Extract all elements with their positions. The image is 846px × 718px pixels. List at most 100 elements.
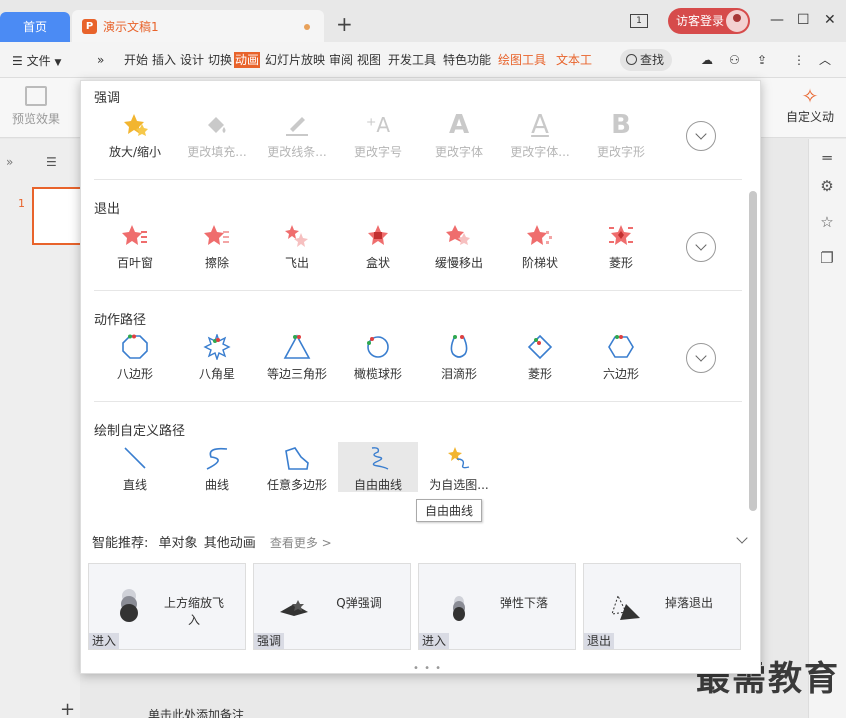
file-menu-label: 文件 (26, 54, 51, 68)
custom-path-polygon-label: 任意多边形 (266, 478, 327, 492)
custom-path-curve[interactable]: 曲线 (177, 444, 257, 493)
more-tabs-icon[interactable]: » (96, 52, 105, 68)
custom-path-scribble[interactable]: 自由曲线 (338, 442, 418, 492)
anim-stairs-label: 阶梯状 (521, 256, 558, 270)
export-icon[interactable]: ⇪ (756, 52, 768, 68)
drag-handle-icon[interactable]: ═ (817, 149, 837, 167)
slide-switch-icon[interactable]: ❐ (817, 249, 837, 267)
recommend-card[interactable]: 掉落退出 退出 (583, 563, 741, 650)
tab-insert[interactable]: 插入 (151, 52, 177, 68)
anim-blinds[interactable]: 百叶窗 (95, 222, 175, 271)
expand-exit-button[interactable] (686, 232, 716, 262)
zoom-star-icon (95, 111, 175, 139)
close-button[interactable]: ✕ (824, 12, 836, 28)
recommend-card-name: 掉落退出 (664, 596, 713, 610)
expand-motion-path-button[interactable] (686, 343, 716, 373)
maximize-button[interactable]: ☐ (797, 12, 810, 28)
collapse-ribbon-icon[interactable]: ︿ (818, 52, 832, 68)
anim-wipe[interactable]: 擦除 (177, 222, 257, 271)
chevron-down-icon[interactable] (736, 532, 748, 544)
path-eight-star-label: 八角星 (198, 367, 235, 381)
section-exit-title: 退出 (94, 202, 121, 217)
slow-out-star-icon (419, 222, 499, 250)
recommend-card[interactable]: 上方缩放飞入 进入 (88, 563, 246, 650)
expand-emphasis-button[interactable] (686, 121, 716, 151)
recommend-card[interactable]: Q弹强调 强调 (253, 563, 411, 650)
new-tab-button[interactable]: + (336, 14, 353, 34)
view-more-link[interactable]: 查看更多 > (270, 536, 332, 550)
add-slide-icon[interactable]: + (60, 699, 75, 718)
resize-grip-icon[interactable]: • • • (413, 663, 442, 674)
divider (94, 401, 742, 402)
path-eight-star[interactable]: 八角星 (177, 333, 257, 382)
share-user-icon[interactable]: ⚇ (728, 52, 741, 68)
path-triangle[interactable]: 等边三角形 (257, 333, 337, 382)
diamond-star-icon (581, 222, 661, 250)
expand-pane-icon[interactable]: » (6, 155, 13, 169)
pen-line-icon (257, 111, 337, 139)
anim-change-font-size: ⁺A 更改字号 (338, 111, 418, 160)
file-menu[interactable]: ☰ 文件 ▼ (12, 52, 61, 69)
path-hexagon[interactable]: 六边形 (581, 333, 661, 382)
properties-icon[interactable]: ⚙ (817, 177, 837, 195)
anim-change-font-style-label: 更改字形 (596, 145, 645, 159)
tab-developer[interactable]: 开发工具 (387, 52, 437, 68)
football-path-icon (338, 333, 418, 361)
tab-home-ribbon[interactable]: 开始 (123, 52, 149, 68)
path-teardrop[interactable]: 泪滴形 (419, 333, 499, 382)
anim-fly-out[interactable]: 飞出 (257, 222, 337, 271)
tab-text-tools[interactable]: 文本工 (555, 52, 593, 68)
anim-slow-out[interactable]: 缓慢移出 (419, 222, 499, 271)
custom-path-shape-label: 为自选图... (429, 478, 489, 492)
tab-drawing-tools[interactable]: 绘图工具 (497, 52, 547, 68)
animation-pane-icon[interactable]: ☆ (817, 213, 837, 231)
path-football[interactable]: 橄榄球形 (338, 333, 418, 382)
anim-box[interactable]: 盒状 (338, 222, 418, 271)
recommend-card-tag: 强调 (254, 633, 285, 649)
ribbon-tabs: ☰ 文件 ▼ » 开始 插入 设计 切换 动画 幻灯片放映 审阅 视图 开发工具… (0, 42, 846, 78)
slide-thumbnail[interactable] (32, 187, 82, 245)
path-diamond[interactable]: 菱形 (500, 333, 580, 382)
tab-slideshow[interactable]: 幻灯片放映 (264, 52, 326, 68)
custom-path-polygon[interactable]: 任意多边形 (257, 444, 337, 493)
tab-view[interactable]: 视图 (356, 52, 382, 68)
visitor-login-button[interactable]: 访客登录 (668, 8, 750, 34)
tab-animation[interactable]: 动画 (234, 52, 261, 68)
custom-path-shape[interactable]: 为自选图... (419, 444, 499, 493)
search-button[interactable]: 查找 (620, 49, 672, 71)
anim-change-line-label: 更改线条... (267, 145, 327, 159)
more-options-icon[interactable]: ⋮ (792, 52, 806, 68)
recommend-card[interactable]: 弹性下落 进入 (418, 563, 576, 650)
custom-path-line[interactable]: 直线 (95, 444, 175, 493)
slide-number: 1 (18, 197, 25, 210)
notes-placeholder[interactable]: 单击此处添加备注 (148, 706, 244, 718)
minimize-button[interactable]: — (770, 12, 784, 28)
section-motion-path-title: 动作路径 (94, 313, 147, 328)
panel-scrollbar[interactable] (749, 191, 757, 511)
tab-home[interactable]: 首页 (0, 12, 70, 42)
cloud-icon[interactable]: ☁ (700, 52, 714, 68)
anim-stairs[interactable]: 阶梯状 (500, 222, 580, 271)
preview-button[interactable]: 预览效果 (8, 86, 64, 127)
path-octagon[interactable]: 八边形 (95, 333, 175, 382)
tab-document[interactable]: P 演示文稿1 (72, 10, 324, 42)
tab-design[interactable]: 设计 (179, 52, 205, 68)
octagon-path-icon (95, 333, 175, 361)
outline-icon[interactable]: ☰ (46, 155, 57, 169)
anim-change-fill-label: 更改填充... (187, 145, 247, 159)
scribble-icon (338, 444, 418, 472)
smart-single-object[interactable]: 单对象 (159, 536, 198, 551)
path-diamond-label: 菱形 (527, 367, 552, 381)
tab-features[interactable]: 特色功能 (442, 52, 492, 68)
triangle-path-icon (257, 333, 337, 361)
window-count-icon[interactable]: 1 (630, 14, 648, 28)
tab-transition[interactable]: 切换 (207, 52, 233, 68)
star-icon: ✧ (801, 84, 819, 108)
smart-other-animation[interactable]: 其他动画 (204, 536, 256, 551)
path-football-label: 橄榄球形 (353, 367, 402, 381)
anim-diamond[interactable]: 菱形 (581, 222, 661, 271)
anim-zoom[interactable]: 放大/缩小 (95, 111, 175, 160)
tab-review[interactable]: 审阅 (328, 52, 354, 68)
custom-animation-button[interactable]: ✧ 自定义动 (780, 84, 840, 125)
anim-change-font-label: 更改字体 (434, 145, 483, 159)
